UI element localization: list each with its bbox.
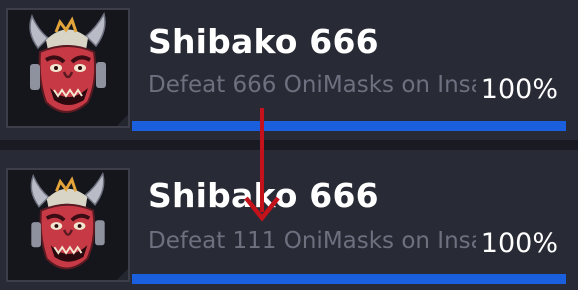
achievement-progress-bar bbox=[132, 121, 566, 131]
achievement-title: Shibako 666 bbox=[148, 176, 379, 215]
achievement-icon-frame bbox=[6, 168, 130, 282]
card-divider bbox=[0, 140, 578, 150]
achievement-progress-fill bbox=[132, 274, 566, 284]
achievement-progress-fill bbox=[132, 121, 566, 131]
oni-mask-icon bbox=[10, 170, 126, 280]
achievement-card: Shibako 666 Defeat 666 OniMasks on Insan… bbox=[0, 0, 578, 140]
achievement-percent: 100% bbox=[480, 228, 558, 259]
achievement-description: Defeat 666 OniMasks on Insane bbox=[148, 72, 476, 98]
achievement-description-clip: Defeat 666 OniMasks on Insane bbox=[148, 72, 476, 98]
achievement-description-clip: Defeat 111 OniMasks on Insane bbox=[148, 228, 476, 254]
achievement-card: Shibako 666 Defeat 111 OniMasks on Insan… bbox=[0, 150, 578, 290]
oni-mask-icon bbox=[8, 10, 128, 126]
achievement-title: Shibako 666 bbox=[148, 22, 379, 61]
achievement-icon-frame bbox=[6, 8, 130, 128]
achievement-description: Defeat 111 OniMasks on Insane bbox=[148, 228, 476, 254]
achievement-progress-bar bbox=[132, 274, 566, 284]
achievement-percent: 100% bbox=[480, 74, 558, 105]
